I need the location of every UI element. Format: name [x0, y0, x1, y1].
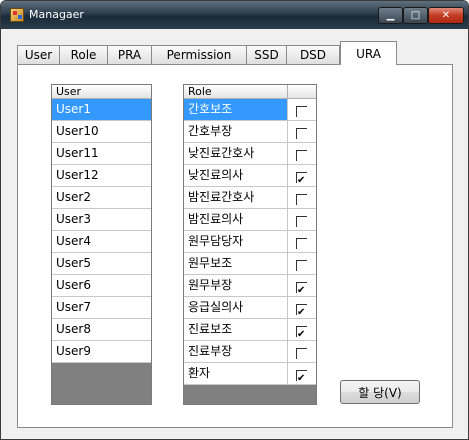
table-row[interactable]: 밤진료의사 — [184, 209, 288, 231]
list-item[interactable]: User4 — [52, 231, 151, 253]
role-checkbox[interactable] — [296, 324, 307, 340]
role-checkbox[interactable] — [296, 194, 307, 205]
role-checkbox[interactable] — [296, 128, 307, 139]
title-bar[interactable]: Managaer ▁ □ ✕ — [1, 1, 468, 29]
checkbox-cell — [288, 253, 316, 275]
tab-permission[interactable]: Permission — [151, 45, 247, 64]
window-title: Managaer — [29, 8, 84, 21]
list-item[interactable]: User2 — [52, 187, 151, 209]
checkbox-cell — [288, 209, 316, 231]
table-row[interactable]: 간호보조 — [184, 99, 288, 121]
tab-role[interactable]: Role — [59, 45, 108, 64]
table-row[interactable]: 밤진료간호사 — [184, 187, 288, 209]
ura-tab-page: User User1 User10 User11 User12 User2 User3 Us… — [17, 64, 453, 428]
assign-button[interactable]: 할 당(V) — [340, 380, 420, 404]
user-column-header[interactable]: User — [52, 85, 151, 99]
table-row[interactable]: 진료부장 — [184, 341, 288, 363]
checkbox-cell — [288, 121, 316, 143]
close-icon: ✕ — [441, 10, 451, 21]
list-item[interactable]: User1 — [52, 99, 151, 121]
tab-user[interactable]: User — [17, 45, 60, 64]
close-button[interactable]: ✕ — [428, 7, 464, 24]
checkbox-cell — [288, 99, 316, 121]
list-item[interactable]: User8 — [52, 319, 151, 341]
tab-dsd[interactable]: DSD — [286, 45, 340, 64]
list-item[interactable]: User3 — [52, 209, 151, 231]
role-checkbox[interactable] — [296, 348, 307, 359]
list-item[interactable]: User5 — [52, 253, 151, 275]
tab-pra[interactable]: PRA — [107, 45, 152, 64]
table-row[interactable]: 낮진료의사 — [184, 165, 288, 187]
main-window: Managaer ▁ □ ✕ User Role PRA Permission … — [0, 0, 469, 440]
role-checkbox[interactable] — [296, 216, 307, 227]
app-icon — [10, 8, 24, 22]
list-item[interactable]: User6 — [52, 275, 151, 297]
role-checkbox[interactable] — [296, 106, 307, 117]
checkbox-cell — [288, 341, 316, 363]
list-item[interactable]: User10 — [52, 121, 151, 143]
checkbox-cell — [288, 187, 316, 209]
list-item[interactable]: User12 — [52, 165, 151, 187]
table-row[interactable]: 간호부장 — [184, 121, 288, 143]
user-list[interactable]: User User1 User10 User11 User12 User2 User3 Us… — [51, 84, 152, 405]
maximize-button[interactable]: □ — [403, 7, 428, 24]
checkbox-cell — [288, 297, 316, 319]
role-checkbox[interactable] — [296, 368, 307, 384]
client-area: User Role PRA Permission SSD DSD URA Use… — [9, 31, 461, 431]
table-row[interactable]: 원무담당자 — [184, 231, 288, 253]
list-item[interactable]: User9 — [52, 341, 151, 363]
checkbox-cell — [288, 275, 316, 297]
tab-ssd[interactable]: SSD — [246, 45, 287, 64]
role-column-header[interactable]: Role — [184, 85, 288, 99]
maximize-icon: □ — [410, 10, 421, 21]
table-row[interactable]: 원무부장 — [184, 275, 288, 297]
role-checkbox[interactable] — [296, 150, 307, 161]
role-checkbox[interactable] — [296, 280, 307, 296]
list-item[interactable]: User11 — [52, 143, 151, 165]
role-checkbox[interactable] — [296, 170, 307, 186]
minimize-button[interactable]: ▁ — [378, 7, 403, 24]
checkbox-cell — [288, 319, 316, 341]
checkbox-cell — [288, 143, 316, 165]
checkbox-cell — [288, 231, 316, 253]
role-checkbox[interactable] — [296, 302, 307, 318]
tab-ura[interactable]: URA — [340, 41, 397, 65]
minimize-icon: ▁ — [386, 10, 395, 21]
table-row[interactable]: 환자 — [184, 363, 288, 385]
checkbox-cell — [288, 165, 316, 187]
check-column-header[interactable] — [288, 85, 316, 99]
table-row[interactable]: 진료보조 — [184, 319, 288, 341]
list-item[interactable]: User7 — [52, 297, 151, 319]
role-checkbox[interactable] — [296, 260, 307, 271]
table-row[interactable]: 낮진료간호사 — [184, 143, 288, 165]
checkbox-cell — [288, 363, 316, 385]
role-list[interactable]: Role 간호보조간호부장낮진료간호사낮진료의사밤진료간호사밤진료의사원무담당자… — [183, 84, 317, 405]
role-checkbox[interactable] — [296, 238, 307, 249]
table-row[interactable]: 원무보조 — [184, 253, 288, 275]
table-row[interactable]: 응급실의사 — [184, 297, 288, 319]
